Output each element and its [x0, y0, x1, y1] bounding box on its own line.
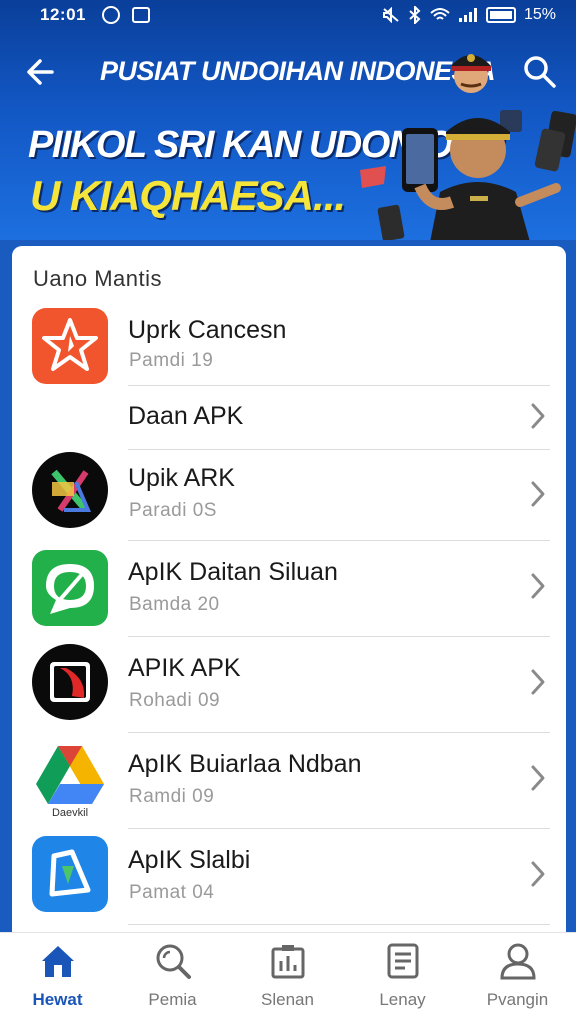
- status-bar: 12:01 15%: [0, 0, 576, 30]
- gallery-icon: [131, 7, 150, 23]
- list-item-subtitle: Pamdi 19: [129, 350, 214, 371]
- list-item-subtitle: Pamat 04: [129, 882, 215, 903]
- list-item[interactable]: ApIK Daitan Siluan Bamda 20: [12, 542, 566, 638]
- list-item[interactable]: Upik ARK Paradi 0S: [12, 450, 566, 542]
- list-item-name: ApIK Daitan Siluan: [128, 558, 338, 586]
- status-time: 12:01: [40, 5, 86, 24]
- bluetooth-icon: [409, 6, 421, 24]
- nav-label: Pemia: [148, 990, 197, 1009]
- list-item-name: Daan APK: [128, 402, 244, 430]
- app-title: PUSIAT UNDOIHAN INDONESIA: [100, 56, 496, 86]
- document-icon: [387, 943, 419, 979]
- list-item-name: APIK APK: [128, 654, 241, 682]
- list-item-name: Uprk Cancesn: [128, 316, 287, 344]
- divider: [128, 828, 550, 829]
- app-list-card: Uano Mantis Uprk Cancesn Pamdi 19 Daan A…: [12, 246, 566, 946]
- battery-percent: 15%: [523, 6, 556, 23]
- list-item-subtitle: Rohadi 09: [129, 690, 221, 711]
- officer-illustration: [360, 110, 576, 240]
- list-item-subtitle: Ramdi 09: [129, 786, 215, 807]
- list-item-name: ApIK Buiarlaa Ndban: [128, 750, 362, 778]
- list-item[interactable]: Daan APK: [12, 386, 566, 450]
- signal-icon: [458, 8, 477, 22]
- banner-subheadline: U KIAQHAESA...: [30, 172, 346, 219]
- nav-item-home[interactable]: Hewat: [0, 933, 115, 1024]
- divider: [128, 732, 550, 733]
- chevron-right-icon: [531, 573, 545, 599]
- user-icon: [500, 943, 536, 980]
- nav-item-docs[interactable]: Lenay: [345, 933, 460, 1024]
- chevron-right-icon: [531, 765, 545, 791]
- divider: [128, 636, 550, 637]
- x-logo-icon: [32, 452, 108, 528]
- section-title: Uano Mantis: [33, 266, 163, 291]
- back-arrow-icon[interactable]: [22, 52, 62, 92]
- drive-triangle-icon: Daevkil: [36, 746, 104, 818]
- list-item-name: Upik ARK: [128, 464, 235, 492]
- status-right: 15%: [382, 6, 556, 24]
- chart-box-icon: [271, 945, 305, 979]
- chevron-right-icon: [531, 481, 545, 507]
- list-item-name: ApIK Slalbi: [128, 846, 251, 874]
- star-icon: [32, 308, 108, 384]
- chat-leaf-icon: [32, 550, 108, 626]
- notification-icon: [101, 6, 120, 24]
- icon-caption: Daevkil: [52, 807, 88, 818]
- nav-label: Lenay: [379, 990, 426, 1009]
- mute-icon: [382, 7, 399, 23]
- store-a-icon: [32, 836, 108, 912]
- divider: [128, 924, 550, 925]
- header-area: 12:01 15% PUSIAT UNDOIHAN INDONESIA PIIK…: [0, 0, 576, 240]
- nav-label: Hewat: [32, 990, 83, 1009]
- wifi-icon: [430, 8, 450, 20]
- list-item[interactable]: Daevkil ApIK Buiarlaa Ndban Ramdi 09: [12, 734, 566, 830]
- chevron-right-icon: [531, 669, 545, 695]
- slash-box-icon: [32, 644, 108, 720]
- search-icon[interactable]: [520, 52, 558, 90]
- bottom-navigation: Hewat Pemia Slenan Lenay Pvangin: [0, 932, 576, 1024]
- list-item[interactable]: Uprk Cancesn Pamdi 19: [12, 300, 566, 386]
- list-item[interactable]: ApIK Slalbi Pamat 04: [12, 830, 566, 926]
- divider: [128, 540, 550, 541]
- list-item[interactable]: APIK APK Rohadi 09: [12, 638, 566, 734]
- officer-avatar[interactable]: [448, 44, 494, 96]
- list-item-subtitle: Paradi 0S: [129, 500, 217, 521]
- nav-item-profile[interactable]: Pvangin: [460, 933, 575, 1024]
- list-item-subtitle: Bamda 20: [129, 594, 220, 615]
- chevron-right-icon: [531, 861, 545, 887]
- chevron-right-icon: [531, 403, 545, 429]
- nav-label: Pvangin: [486, 990, 549, 1009]
- nav-item-stats[interactable]: Slenan: [230, 933, 345, 1024]
- battery-icon: [485, 7, 516, 23]
- nav-label: Slenan: [261, 990, 314, 1009]
- app-bar: PUSIAT UNDOIHAN INDONESIA: [0, 38, 576, 104]
- search-zoom-icon: [156, 944, 191, 979]
- nav-item-search[interactable]: Pemia: [115, 933, 230, 1024]
- home-icon: [42, 946, 74, 977]
